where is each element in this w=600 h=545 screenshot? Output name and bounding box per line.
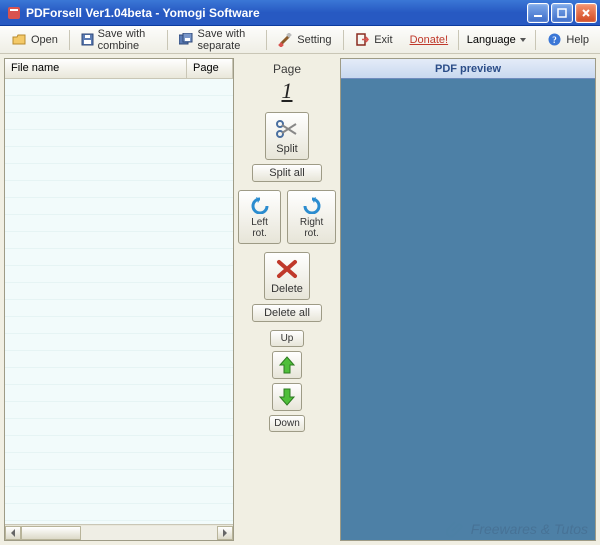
- delete-label: Delete: [271, 283, 303, 295]
- chevron-down-icon: [519, 32, 527, 48]
- arrow-up-button[interactable]: [272, 351, 302, 379]
- app-icon: [6, 5, 22, 21]
- save-combine-label: Save with combine: [98, 28, 156, 52]
- column-header-page[interactable]: Page: [187, 59, 233, 78]
- scroll-left-button[interactable]: [5, 526, 21, 540]
- rotate-right-button[interactable]: Right rot.: [287, 190, 336, 244]
- move-down-button[interactable]: Down: [269, 415, 305, 432]
- preview-body[interactable]: [341, 79, 595, 540]
- separator: [167, 30, 168, 50]
- exit-icon: [354, 32, 370, 48]
- svg-text:?: ?: [552, 35, 557, 45]
- help-icon: ?: [546, 32, 562, 48]
- save-separate-button[interactable]: Save with separate: [172, 24, 262, 56]
- help-button[interactable]: ? Help: [539, 28, 596, 52]
- maximize-button[interactable]: [551, 3, 573, 23]
- toolbar: Open Save with combine Save with separat…: [0, 26, 600, 54]
- split-all-button[interactable]: Split all: [252, 164, 322, 182]
- pdf-preview-panel: PDF preview: [340, 58, 596, 541]
- page-indicator: Page 1: [273, 62, 301, 104]
- minimize-button[interactable]: [527, 3, 549, 23]
- language-dropdown[interactable]: Language: [463, 32, 531, 48]
- window-title: PDForsell Ver1.04beta - Yomogi Software: [26, 6, 527, 20]
- delete-x-icon: [273, 257, 301, 281]
- separator: [535, 30, 536, 50]
- separator: [343, 30, 344, 50]
- save-separate-label: Save with separate: [198, 28, 255, 52]
- help-label: Help: [566, 34, 589, 46]
- preview-header: PDF preview: [341, 59, 595, 79]
- arrow-up-icon: [276, 354, 298, 376]
- arrow-down-icon: [276, 386, 298, 408]
- split-label: Split: [276, 143, 297, 155]
- save-combine-button[interactable]: Save with combine: [74, 24, 163, 56]
- donate-link[interactable]: Donate!: [404, 34, 455, 46]
- separator: [458, 30, 459, 50]
- save-icon: [81, 32, 94, 48]
- delete-button[interactable]: Delete: [264, 252, 310, 300]
- scroll-track[interactable]: [21, 526, 217, 540]
- scroll-right-button[interactable]: [217, 526, 233, 540]
- horizontal-scrollbar[interactable]: [5, 524, 233, 540]
- exit-label: Exit: [374, 34, 392, 46]
- separator: [69, 30, 70, 50]
- move-up-button[interactable]: Up: [270, 330, 304, 347]
- rotate-left-icon: [249, 195, 271, 215]
- up-label: Up: [281, 333, 294, 344]
- arrow-down-button[interactable]: [272, 383, 302, 411]
- close-button[interactable]: [575, 3, 597, 23]
- open-button[interactable]: Open: [4, 28, 65, 52]
- split-button[interactable]: Split: [265, 112, 309, 160]
- rotate-right-icon: [301, 195, 323, 215]
- title-bar: PDForsell Ver1.04beta - Yomogi Software: [0, 0, 600, 26]
- open-label: Open: [31, 34, 58, 46]
- scissors-icon: [273, 117, 301, 141]
- rotate-left-label: Left rot.: [245, 217, 274, 239]
- down-label: Down: [274, 418, 300, 429]
- file-list-panel: File name Page: [4, 58, 234, 541]
- rotate-left-button[interactable]: Left rot.: [238, 190, 281, 244]
- rotate-right-label: Right rot.: [294, 217, 329, 239]
- main-area: File name Page Page 1 S: [0, 54, 600, 545]
- page-number: 1: [273, 78, 301, 104]
- setting-label: Setting: [297, 34, 331, 46]
- page-label: Page: [273, 62, 301, 76]
- setting-icon: [277, 32, 293, 48]
- separator: [266, 30, 267, 50]
- language-label: Language: [467, 34, 516, 46]
- tools-column: Page 1 Split Split all Left rot.: [238, 58, 336, 541]
- scroll-thumb[interactable]: [21, 526, 81, 540]
- split-all-label: Split all: [269, 167, 304, 179]
- column-header-filename[interactable]: File name: [5, 59, 187, 78]
- delete-all-button[interactable]: Delete all: [252, 304, 322, 322]
- setting-button[interactable]: Setting: [270, 28, 338, 52]
- file-list-header: File name Page: [5, 59, 233, 79]
- exit-button[interactable]: Exit: [347, 28, 399, 52]
- file-list-body[interactable]: [5, 79, 233, 524]
- delete-all-label: Delete all: [264, 307, 310, 319]
- save-multi-icon: [179, 32, 194, 48]
- open-folder-icon: [11, 32, 27, 48]
